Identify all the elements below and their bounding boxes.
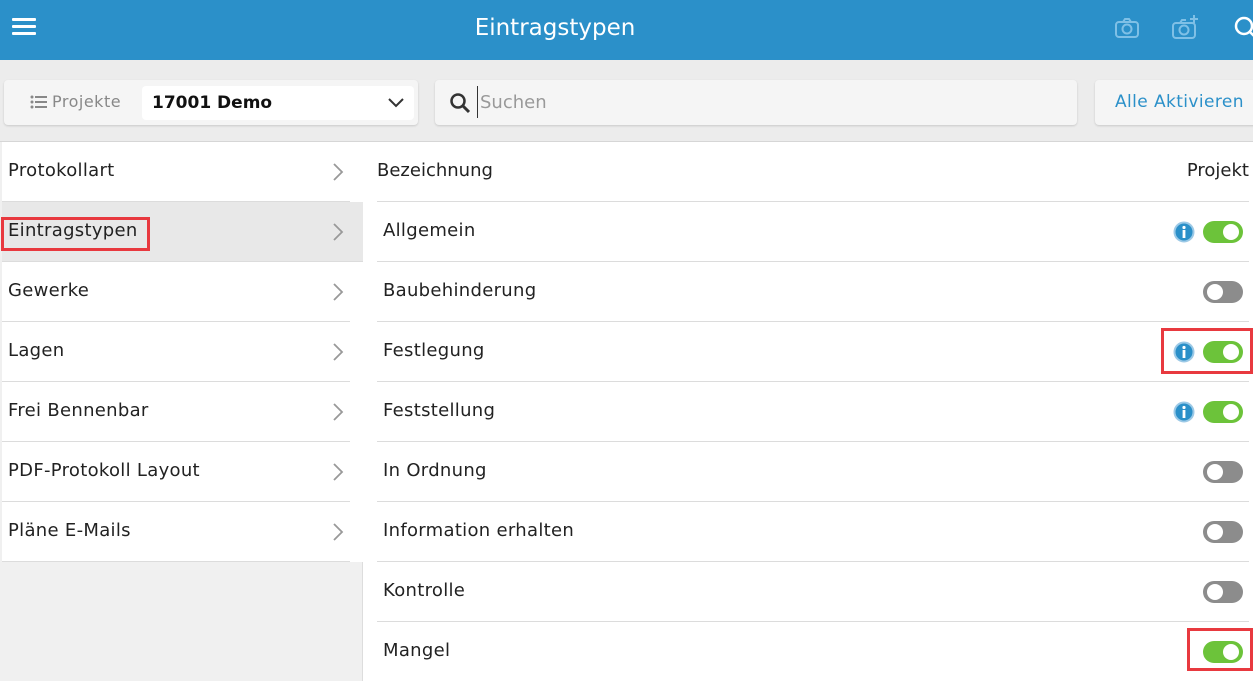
sidebar-item-label: Frei Bennenbar [8,400,149,421]
entry-type-name: In Ordnung [383,460,487,481]
chevron-down-icon [388,98,404,108]
chevron-right-icon [333,283,344,301]
project-toggle[interactable] [1203,521,1243,543]
search-icon [450,93,471,114]
sidebar-item-label: Lagen [8,340,65,361]
project-toggle[interactable] [1203,401,1243,423]
column-header-bezeichnung: Bezeichnung [377,160,493,181]
sidebar-item-pdf-protokoll-layout[interactable]: PDF-Protokoll Layout [2,442,350,502]
page-title: Eintragstypen [474,15,636,41]
list-item: In Ordnung [377,442,1249,502]
activate-all-button[interactable]: Alle Aktivieren [1095,80,1253,125]
project-toggle[interactable] [1203,221,1243,243]
chevron-right-icon [333,343,344,361]
project-toggle[interactable] [1203,581,1243,603]
chevron-right-icon [333,223,344,241]
sidebar-item-label: Protokollart [8,160,115,181]
list-item: Festlegung [377,322,1249,382]
list-item: Allgemein [377,202,1249,262]
camera-add-icon[interactable] [1172,14,1200,42]
projects-label-text: Projekte [52,92,122,111]
sidebar-item-label: Gewerke [8,280,90,301]
app-header: Eintragstypen [0,0,1253,60]
entry-type-name: Mangel [383,640,451,661]
list-icon [30,94,48,113]
project-toggle[interactable] [1203,461,1243,483]
sidebar-item-plaene-emails[interactable]: Pläne E-Mails [2,502,350,562]
entry-types-list: Bezeichnung Projekt Allgemein Baubehinde… [364,142,1253,681]
sidebar-list: Protokollart Eintragstypen Gewerke Lagen… [2,142,363,562]
list-item: Information erhalten [377,502,1249,562]
sidebar-item-lagen[interactable]: Lagen [2,322,350,382]
list-item: Kontrolle [377,562,1249,622]
project-dropdown-value: 17001 Demo [152,93,273,113]
sidebar-item-gewerke[interactable]: Gewerke [2,262,350,322]
entry-type-name: Allgemein [383,220,476,241]
chevron-right-icon [333,463,344,481]
entry-type-name: Feststellung [383,400,496,421]
entry-type-name: Information erhalten [383,520,575,541]
project-dropdown[interactable]: 17001 Demo [142,86,414,120]
projects-label[interactable]: Projekte [30,92,121,113]
list-header: Bezeichnung Projekt [377,142,1249,202]
chevron-right-icon [333,523,344,541]
list-item: Feststellung [377,382,1249,442]
search-input[interactable] [477,86,1057,118]
list-item: Mangel [377,622,1249,681]
entry-type-name: Kontrolle [383,580,466,601]
settings-sidebar: Protokollart Eintragstypen Gewerke Lagen… [0,142,363,681]
chevron-right-icon [333,163,344,181]
sidebar-item-frei-bennenbar[interactable]: Frei Bennenbar [2,382,350,442]
search-bar [435,80,1077,125]
entry-type-name: Baubehinderung [383,280,537,301]
search-icon[interactable] [1232,14,1253,42]
project-selector: Projekte 17001 Demo [4,80,418,125]
sidebar-item-label: PDF-Protokoll Layout [8,460,200,481]
sidebar-item-protokollart[interactable]: Protokollart [2,142,350,202]
entry-type-name: Festlegung [383,340,485,361]
column-header-projekt: Projekt [1186,160,1249,181]
highlight-box-festlegung [1161,328,1253,374]
list-item: Baubehinderung [377,262,1249,322]
info-icon[interactable] [1173,401,1195,423]
chevron-right-icon [333,403,344,421]
camera-icon[interactable] [1113,14,1141,42]
toolbar: Projekte 17001 Demo Alle Aktivieren [0,60,1253,142]
highlight-box-eintragstypen [1,217,150,251]
highlight-box-mangel [1187,628,1253,671]
project-toggle[interactable] [1203,281,1243,303]
info-icon[interactable] [1173,221,1195,243]
sidebar-item-label: Pläne E-Mails [8,520,131,541]
